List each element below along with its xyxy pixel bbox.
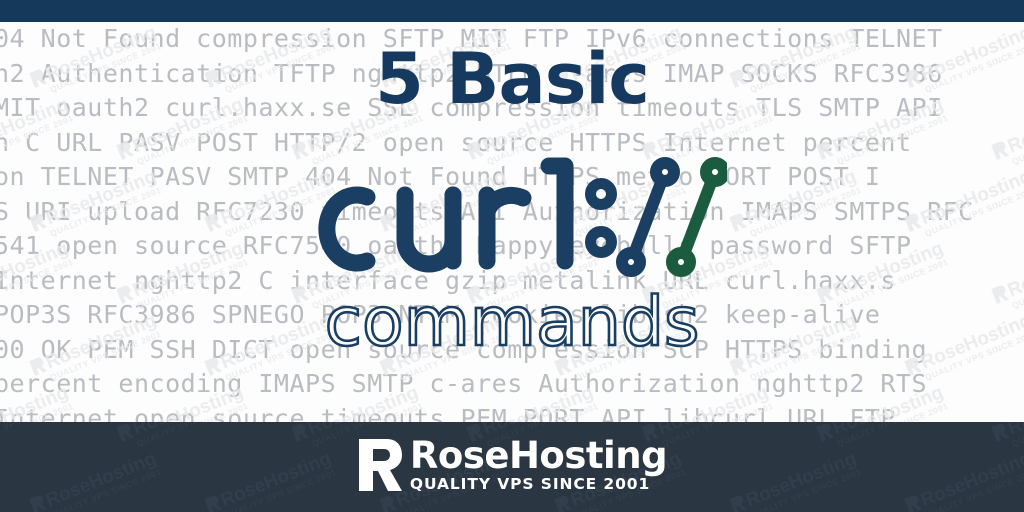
watermark-r-icon — [203, 493, 223, 512]
curl-wordmark-strokes — [318, 157, 574, 273]
colon-icon — [585, 178, 617, 258]
watermark-r-icon — [553, 493, 573, 512]
r-mark-counter — [372, 449, 390, 461]
curl-logo-svg — [318, 157, 727, 277]
watermark-r-icon — [728, 493, 748, 512]
rosehosting-logo[interactable]: RoseHosting QUALITY VPS SINCE 2001 — [0, 437, 1024, 493]
rosehosting-tagline: QUALITY VPS SINCE 2001 — [409, 475, 651, 494]
letter-r-arm — [478, 186, 532, 221]
slash-second — [666, 157, 727, 277]
background-code-line: percent encoding IMAPS SMTP c-ares Autho… — [0, 369, 928, 398]
subtitle-commands: commands — [0, 285, 1024, 368]
rosehosting-r-mark — [357, 437, 403, 493]
colon-dot-upper — [585, 178, 617, 210]
rosehosting-brand-name: RoseHosting — [409, 434, 668, 478]
letter-c — [318, 186, 376, 272]
commands-label: commands — [325, 285, 700, 362]
curl-logo — [0, 150, 1024, 285]
letter-l — [540, 157, 574, 270]
slash-first — [616, 157, 680, 277]
rosehosting-text-block: RoseHosting QUALITY VPS SINCE 2001 — [409, 434, 668, 494]
top-accent-bar — [0, 0, 1024, 22]
r-mark-svg — [358, 439, 402, 491]
banner-canvas: 04 Not Found compression SFTP MIT FTP IP… — [0, 0, 1024, 512]
watermark-r-icon — [903, 493, 923, 512]
page-title: 5 Basic — [375, 38, 650, 120]
r-mark-shape — [358, 439, 402, 491]
watermark-r-icon — [378, 493, 398, 512]
commands-outline-svg: commands — [323, 285, 700, 363]
watermark-r-icon — [28, 493, 48, 512]
colon-dot-lower — [585, 226, 617, 258]
slash-group — [616, 157, 727, 277]
